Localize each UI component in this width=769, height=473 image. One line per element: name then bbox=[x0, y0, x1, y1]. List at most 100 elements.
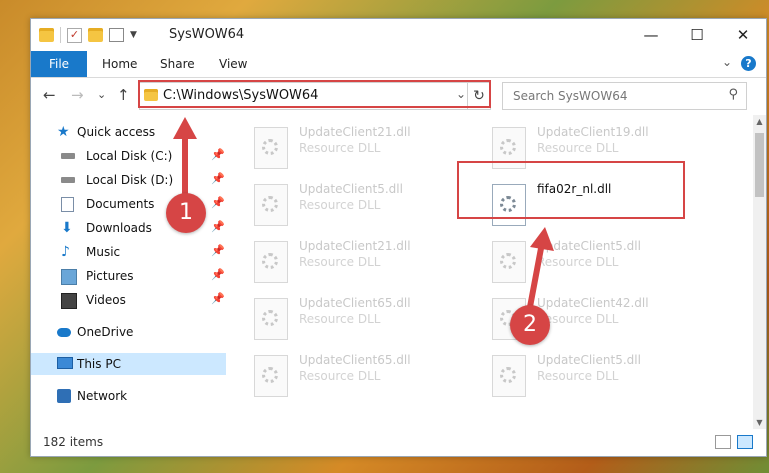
sidebar-item-music[interactable]: ♪ Music 📌 bbox=[31, 241, 226, 263]
sidebar-item-label: Documents bbox=[86, 197, 155, 211]
gear-icon bbox=[262, 139, 278, 155]
network-icon bbox=[57, 389, 71, 403]
toolbar-dropdown-icon[interactable]: ▼ bbox=[130, 30, 137, 40]
scroll-up-icon[interactable]: ▲ bbox=[753, 117, 766, 126]
file-type: Resource DLL bbox=[537, 369, 619, 383]
scroll-down-icon[interactable]: ▼ bbox=[753, 418, 766, 427]
videos-icon bbox=[61, 293, 77, 309]
computer-icon bbox=[57, 357, 73, 369]
pictures-icon bbox=[61, 269, 77, 285]
file-highlight-box bbox=[457, 161, 685, 219]
tab-share[interactable]: Share bbox=[160, 51, 195, 77]
file-name: UpdateClient21.dll bbox=[299, 239, 411, 253]
file-name: UpdateClient21.dll bbox=[299, 125, 411, 139]
file-type: Resource DLL bbox=[299, 198, 381, 212]
minimize-button[interactable]: — bbox=[628, 19, 674, 51]
file-type: Resource DLL bbox=[537, 141, 619, 155]
sidebar-item-network[interactable]: Network bbox=[31, 385, 226, 407]
onedrive-cloud-icon bbox=[57, 328, 71, 337]
back-arrow-icon[interactable]: ← bbox=[43, 86, 56, 104]
step1-badge: 1 bbox=[166, 193, 206, 233]
ribbon-tabs: File Home Share View ⌄ ? bbox=[31, 51, 766, 78]
new-folder-icon[interactable] bbox=[88, 28, 103, 42]
vertical-scrollbar[interactable]: ▲ ▼ bbox=[753, 115, 766, 429]
step2-badge: 2 bbox=[510, 305, 550, 345]
drive-icon bbox=[61, 177, 75, 183]
search-icon[interactable]: ⚲ bbox=[728, 87, 738, 102]
quick-access-toolbar: ✓ ▼ bbox=[39, 27, 137, 43]
explorer-window: ✓ ▼ SysWOW64 — ☐ ✕ File Home Share View … bbox=[30, 18, 767, 457]
file-type: Resource DLL bbox=[299, 141, 381, 155]
step2-arrow-icon bbox=[527, 227, 554, 310]
customize-toolbar-icon[interactable] bbox=[109, 28, 124, 42]
downloads-icon: ⬇ bbox=[61, 220, 73, 236]
sidebar-item-videos[interactable]: Videos 📌 bbox=[31, 289, 226, 311]
status-bar: 182 items bbox=[31, 431, 766, 455]
maximize-button[interactable]: ☐ bbox=[674, 19, 720, 51]
sidebar-item-label: Videos bbox=[86, 293, 126, 307]
file-item[interactable]: UpdateClient5.dll Resource DLL bbox=[464, 349, 694, 405]
window-title: SysWOW64 bbox=[169, 27, 245, 42]
file-item[interactable]: UpdateClient21.dll Resource DLL bbox=[226, 121, 456, 177]
file-item[interactable]: UpdateClient65.dll Resource DLL bbox=[226, 292, 456, 348]
gear-icon bbox=[500, 253, 516, 269]
sidebar-item-label: This PC bbox=[77, 357, 121, 371]
file-item[interactable]: UpdateClient5.dll Resource DLL bbox=[464, 235, 694, 291]
gear-icon bbox=[500, 139, 516, 155]
title-bar: ✓ ▼ SysWOW64 — ☐ ✕ bbox=[31, 19, 766, 51]
sidebar-item-label: Local Disk (D:) bbox=[86, 173, 174, 187]
gear-icon bbox=[262, 310, 278, 326]
file-type: Resource DLL bbox=[299, 369, 381, 383]
gear-icon bbox=[262, 367, 278, 383]
file-name: UpdateClient65.dll bbox=[299, 353, 411, 367]
file-name: UpdateClient5.dll bbox=[537, 353, 641, 367]
tab-view[interactable]: View bbox=[219, 51, 247, 77]
sidebar-item-label: Music bbox=[86, 245, 121, 259]
up-arrow-icon[interactable]: ↑ bbox=[117, 86, 130, 104]
gear-icon bbox=[262, 253, 278, 269]
file-name: UpdateClient5.dll bbox=[299, 182, 403, 196]
sidebar-item-label: OneDrive bbox=[77, 325, 134, 339]
file-item[interactable]: UpdateClient42.dll Resource DLL bbox=[464, 292, 694, 348]
recent-locations-icon[interactable]: ⌄ bbox=[97, 88, 106, 101]
forward-arrow-icon[interactable]: → bbox=[71, 86, 84, 104]
sidebar-item-onedrive[interactable]: OneDrive bbox=[31, 321, 226, 343]
pin-icon: 📌 bbox=[211, 148, 225, 161]
gear-icon bbox=[500, 367, 516, 383]
documents-icon bbox=[61, 197, 74, 212]
close-button[interactable]: ✕ bbox=[720, 19, 766, 51]
pin-icon: 📌 bbox=[211, 172, 225, 185]
search-input[interactable]: Search SysWOW64 ⚲ bbox=[502, 82, 747, 110]
tab-home[interactable]: Home bbox=[102, 51, 137, 77]
sidebar-item-label: Quick access bbox=[77, 125, 156, 139]
file-name: UpdateClient19.dll bbox=[537, 125, 649, 139]
properties-check-icon[interactable]: ✓ bbox=[67, 27, 82, 43]
file-type: Resource DLL bbox=[299, 255, 381, 269]
file-item[interactable]: UpdateClient21.dll Resource DLL bbox=[226, 235, 456, 291]
help-icon[interactable]: ? bbox=[741, 56, 756, 71]
file-type: Resource DLL bbox=[299, 312, 381, 326]
item-count: 182 items bbox=[43, 435, 104, 449]
pin-icon: 📌 bbox=[211, 268, 225, 281]
navigation-bar: ← → ⌄ ↑ C:\Windows\SysWOW64 ⌄ ↻ Search S… bbox=[31, 78, 766, 114]
step1-arrow-icon bbox=[173, 117, 197, 195]
scrollbar-thumb[interactable] bbox=[755, 133, 764, 197]
sidebar-item-label: Network bbox=[77, 389, 128, 403]
address-highlight-box bbox=[138, 80, 491, 108]
details-view-icon[interactable] bbox=[715, 435, 731, 449]
sidebar-item-pictures[interactable]: Pictures 📌 bbox=[31, 265, 226, 287]
large-icons-view-icon[interactable] bbox=[737, 435, 753, 449]
drive-icon bbox=[61, 153, 75, 159]
music-icon: ♪ bbox=[61, 244, 70, 260]
file-item[interactable]: UpdateClient65.dll Resource DLL bbox=[226, 349, 456, 405]
file-name: UpdateClient65.dll bbox=[299, 296, 411, 310]
folder-icon bbox=[39, 28, 54, 42]
sidebar-item-label: Pictures bbox=[86, 269, 134, 283]
sidebar-item-this-pc[interactable]: This PC bbox=[31, 353, 226, 375]
separator bbox=[60, 27, 61, 43]
sidebar-item-label: Downloads bbox=[86, 221, 152, 235]
expand-ribbon-icon[interactable]: ⌄ bbox=[722, 55, 732, 69]
pin-icon: 📌 bbox=[211, 196, 225, 209]
tab-file[interactable]: File bbox=[31, 51, 87, 77]
file-item[interactable]: UpdateClient5.dll Resource DLL bbox=[226, 178, 456, 234]
